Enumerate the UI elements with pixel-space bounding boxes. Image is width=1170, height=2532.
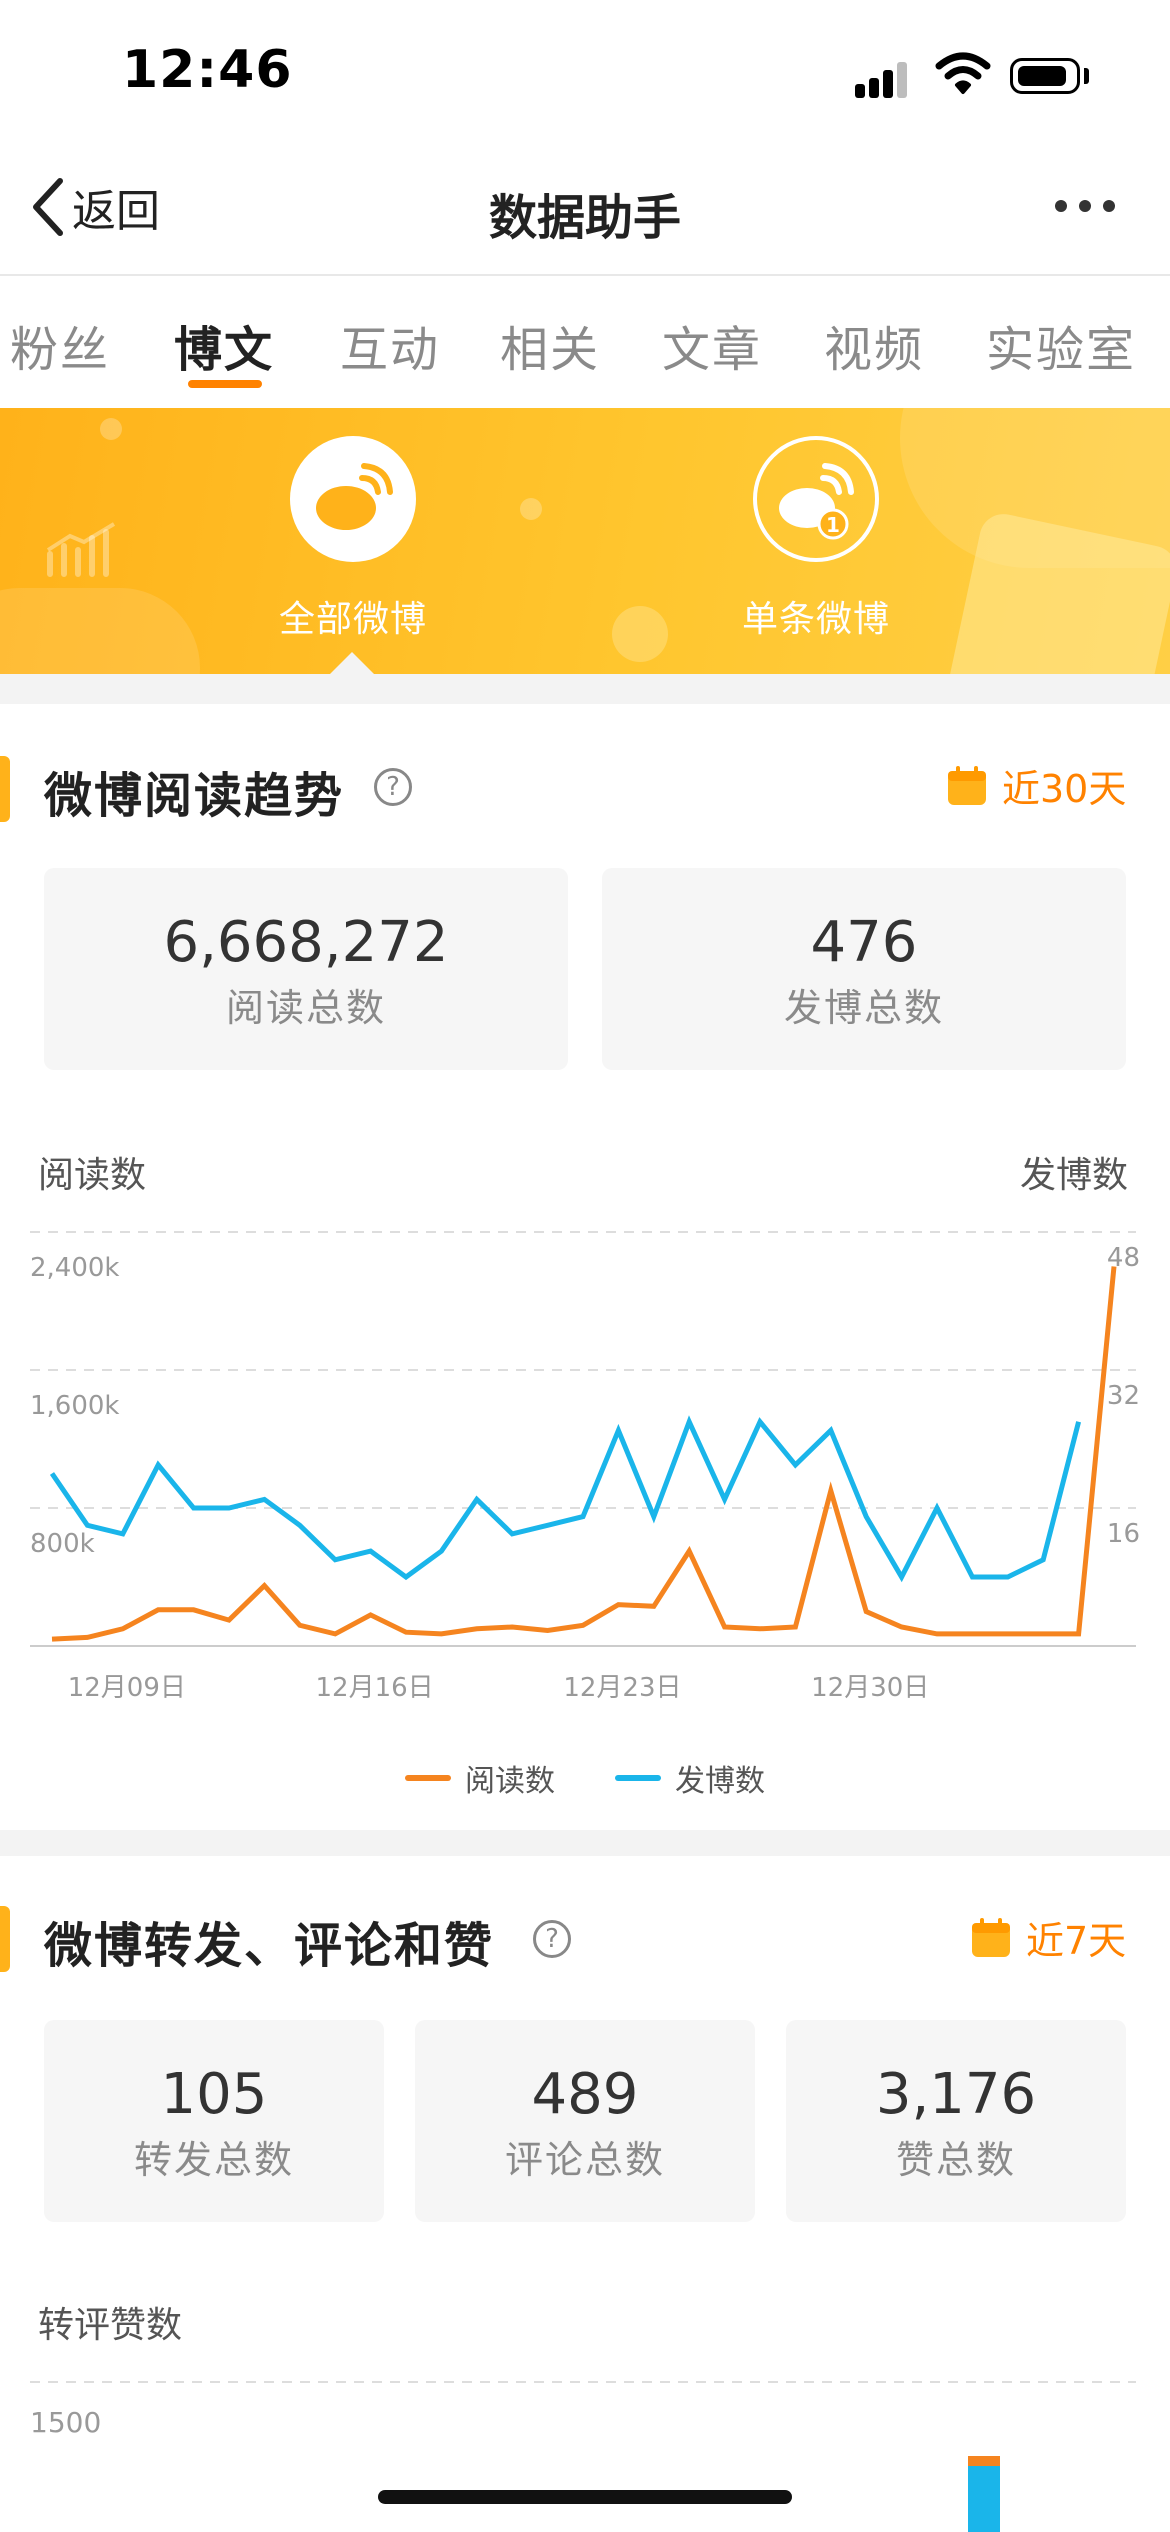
total-reposts-card: 105 转发总数 bbox=[44, 2020, 384, 2222]
left-axis-title: 阅读数 bbox=[38, 1155, 147, 1196]
engagement-range-button[interactable]: 近7天 bbox=[970, 1910, 1126, 1965]
total-reads-label: 阅读总数 bbox=[225, 986, 386, 1030]
total-posts-value: 476 bbox=[810, 910, 918, 975]
back-button[interactable]: 返回 bbox=[30, 172, 160, 242]
engagement-chart: 1500 bbox=[30, 2381, 1136, 2532]
total-likes-label: 赞总数 bbox=[895, 2138, 1016, 2182]
x-axis-tick: 12月16日 bbox=[316, 1673, 434, 1700]
x-axis-tick: 12月30日 bbox=[811, 1673, 929, 1700]
x-axis-tick: 12月23日 bbox=[563, 1673, 681, 1700]
total-reads-value: 6,668,272 bbox=[163, 910, 449, 975]
left-axis-tick: 800k bbox=[30, 1529, 95, 1559]
tab-bar: 粉丝 博文 互动 相关 文章 视频 实验室 bbox=[0, 276, 1170, 408]
section-divider bbox=[0, 1830, 1170, 1856]
calendar-icon bbox=[948, 765, 986, 805]
tab-videos[interactable]: 视频 bbox=[824, 310, 924, 380]
engagement-bar bbox=[968, 2456, 1000, 2532]
read-trend-chart: 800k1,600k2,400k16324812月09日 12月16日 12月23日… bbox=[30, 1231, 1140, 1700]
single-weibo-icon: 1 bbox=[753, 436, 879, 562]
all-posts-button[interactable]: 全部微博 bbox=[233, 436, 473, 642]
chart-legend: 阅读数 发博数 bbox=[0, 1756, 1170, 1800]
cellular-signal-icon bbox=[855, 58, 915, 98]
total-posts-card: 476 发博总数 bbox=[602, 868, 1126, 1070]
wifi-icon bbox=[935, 52, 991, 94]
total-posts-label: 发博总数 bbox=[783, 986, 944, 1030]
engagement-y-tick: 1500 bbox=[30, 2406, 101, 2439]
status-bar: 12:46 bbox=[0, 0, 1170, 150]
all-posts-label: 全部微博 bbox=[278, 599, 427, 640]
read-trend-range-button[interactable]: 近30天 bbox=[946, 758, 1126, 813]
total-comments-card: 489 评论总数 bbox=[415, 2020, 755, 2222]
page-title: 数据助手 bbox=[488, 190, 681, 246]
single-post-badge: 1 bbox=[826, 513, 840, 537]
engagement-range-label: 近7天 bbox=[1026, 1919, 1127, 1963]
legend-item-posts[interactable]: 发博数 bbox=[615, 1756, 765, 1800]
total-reposts-value: 105 bbox=[160, 2062, 268, 2127]
calendar-icon bbox=[972, 1917, 1010, 1957]
total-comments-label: 评论总数 bbox=[504, 2138, 665, 2182]
engagement-title: 微博转发、评论和赞 bbox=[44, 1918, 495, 1974]
nav-bar: 返回 数据助手 bbox=[0, 150, 1170, 276]
legend-swatch-posts bbox=[615, 1775, 661, 1781]
engagement-bar-cap bbox=[968, 2456, 1000, 2466]
x-axis-tick: 12月09日 bbox=[68, 1673, 186, 1700]
home-indicator bbox=[378, 2490, 792, 2504]
section-divider bbox=[0, 674, 1170, 704]
total-likes-value: 3,176 bbox=[875, 2062, 1037, 2127]
engagement-axis-title: 转评赞数 bbox=[38, 2305, 183, 2346]
tab-fans[interactable]: 粉丝 bbox=[10, 310, 110, 380]
total-reposts-label: 转发总数 bbox=[133, 2138, 294, 2182]
tab-lab[interactable]: 实验室 bbox=[986, 310, 1136, 380]
left-axis-tick: 1,600k bbox=[30, 1391, 120, 1421]
section-accent-bar bbox=[0, 756, 10, 822]
help-icon[interactable]: ? bbox=[533, 1920, 571, 1958]
left-axis-tick: 2,400k bbox=[30, 1253, 120, 1283]
total-comments-value: 489 bbox=[531, 2062, 639, 2127]
back-label: 返回 bbox=[72, 186, 160, 237]
legend-swatch-reads bbox=[405, 1775, 451, 1781]
help-icon[interactable]: ? bbox=[374, 768, 412, 806]
battery-tip bbox=[1084, 68, 1089, 84]
total-reads-card: 6,668,272 阅读总数 bbox=[44, 868, 568, 1070]
right-axis-title: 发博数 bbox=[1020, 1155, 1129, 1196]
trend-chart-decoration-icon bbox=[46, 522, 116, 577]
legend-label-posts: 发博数 bbox=[675, 1764, 765, 1799]
chevron-left-icon bbox=[33, 178, 63, 236]
tab-interaction[interactable]: 互动 bbox=[340, 310, 440, 380]
banner-selection-pointer bbox=[330, 652, 374, 674]
tab-related[interactable]: 相关 bbox=[500, 310, 600, 380]
reads-series-line bbox=[51, 1266, 1117, 1642]
single-post-label: 单条微博 bbox=[741, 599, 890, 640]
legend-label-reads: 阅读数 bbox=[465, 1764, 555, 1799]
active-tab-indicator bbox=[188, 380, 262, 388]
read-trend-title: 微博阅读趋势 bbox=[44, 768, 345, 824]
posts-series-line bbox=[49, 1415, 1082, 1583]
legend-item-reads[interactable]: 阅读数 bbox=[405, 1756, 555, 1800]
tab-posts[interactable]: 博文 bbox=[174, 310, 274, 380]
single-post-button[interactable]: 1 单条微博 bbox=[696, 436, 936, 642]
right-axis-tick: 16 bbox=[1107, 1519, 1140, 1549]
status-time: 12:46 bbox=[122, 40, 293, 100]
battery-icon bbox=[1010, 58, 1080, 94]
more-options-icon[interactable] bbox=[1055, 200, 1135, 220]
right-axis-tick: 32 bbox=[1107, 1381, 1140, 1411]
post-type-banner: 全部微博 1 单条微博 bbox=[0, 408, 1170, 674]
total-likes-card: 3,176 赞总数 bbox=[786, 2020, 1126, 2222]
section-accent-bar bbox=[0, 1906, 10, 1972]
weibo-logo-icon bbox=[290, 436, 416, 562]
read-trend-range-label: 近30天 bbox=[1002, 767, 1127, 811]
tab-articles[interactable]: 文章 bbox=[662, 310, 762, 380]
